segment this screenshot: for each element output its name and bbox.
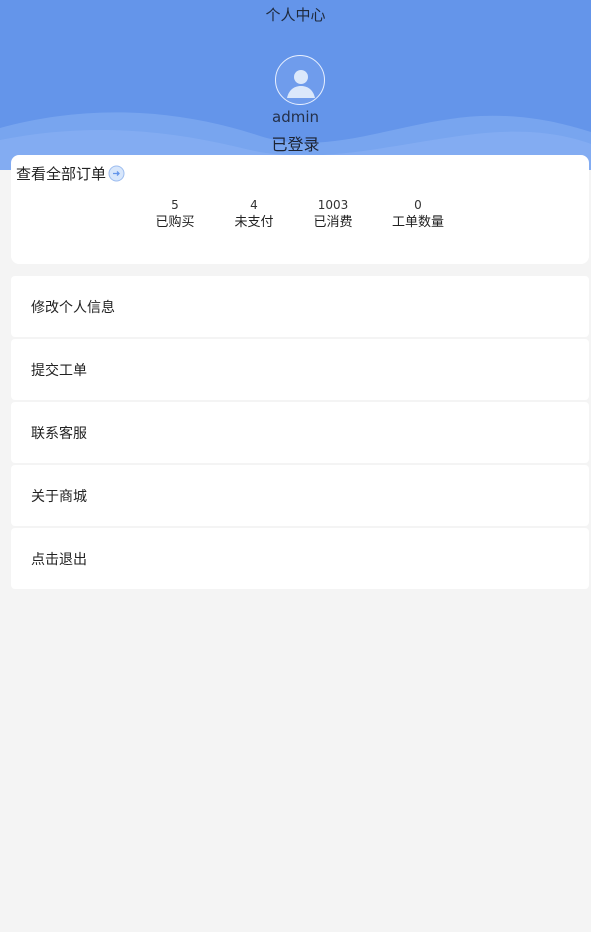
profile-header: 个人中心 admin 已登录 bbox=[0, 0, 591, 170]
order-summary-card: 查看全部订单 5 已购买 4 未支付 1003 已消费 0 工单数量 bbox=[11, 155, 589, 264]
stat-purchased[interactable]: 5 已购买 bbox=[140, 197, 210, 233]
arrow-circle-icon bbox=[108, 165, 125, 182]
stat-consumed-value: 1003 bbox=[317, 198, 349, 212]
menu-item-label: 提交工单 bbox=[31, 362, 87, 379]
avatar[interactable] bbox=[275, 55, 325, 105]
user-avatar-icon bbox=[287, 70, 315, 98]
stat-consumed[interactable]: 1003 已消费 bbox=[298, 197, 368, 233]
menu-item-contact-support[interactable]: 联系客服 bbox=[11, 402, 589, 463]
stat-tickets-value: 0 bbox=[414, 198, 422, 212]
stat-tickets[interactable]: 0 工单数量 bbox=[383, 197, 453, 233]
menu-item-label: 点击退出 bbox=[31, 551, 87, 568]
menu-item-label: 修改个人信息 bbox=[31, 299, 115, 316]
stat-purchased-value: 5 bbox=[171, 198, 179, 212]
stat-consumed-label: 已消费 bbox=[313, 215, 353, 230]
menu-item-label: 关于商城 bbox=[31, 488, 87, 505]
menu-item-about-store[interactable]: 关于商城 bbox=[11, 465, 589, 526]
stat-unpaid-value: 4 bbox=[250, 198, 258, 212]
menu-item-label: 联系客服 bbox=[31, 425, 87, 442]
login-status: 已登录 bbox=[271, 135, 320, 154]
stat-purchased-label: 已购买 bbox=[155, 215, 195, 230]
menu-item-submit-ticket[interactable]: 提交工单 bbox=[11, 339, 589, 400]
view-all-orders-link[interactable]: 查看全部订单 bbox=[16, 163, 125, 184]
page-title: 个人中心 bbox=[265, 6, 326, 24]
stat-unpaid[interactable]: 4 未支付 bbox=[219, 197, 289, 233]
stat-unpaid-label: 未支付 bbox=[234, 215, 274, 230]
menu-item-edit-profile[interactable]: 修改个人信息 bbox=[11, 276, 589, 337]
username: admin bbox=[272, 108, 319, 126]
stat-tickets-label: 工单数量 bbox=[391, 215, 444, 230]
menu-item-logout[interactable]: 点击退出 bbox=[11, 528, 589, 589]
view-all-orders-label: 查看全部订单 bbox=[16, 165, 107, 183]
